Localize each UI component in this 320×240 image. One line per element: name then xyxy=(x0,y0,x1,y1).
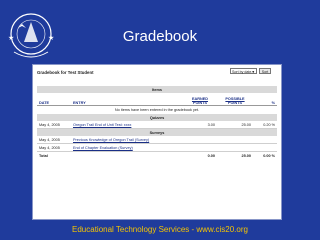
total-earned: 0.00 xyxy=(183,151,217,160)
row-entry-link[interactable]: Oregon Trail End of Unit Test: xxxx xyxy=(71,121,183,129)
section-label: Surveys xyxy=(37,128,278,136)
sort-select[interactable]: Sort by date... ▼ xyxy=(230,68,257,74)
total-possible: 25.00 xyxy=(217,151,253,160)
row-date: May 4, 2005 xyxy=(37,143,71,152)
total-label: Total xyxy=(37,151,183,160)
row-earned xyxy=(183,143,217,152)
row-possible xyxy=(217,136,253,144)
col-date-header[interactable]: DATE xyxy=(37,93,71,106)
row-earned: 3.00 xyxy=(183,121,217,129)
column-header-row: DATE ENTRY EARNED POINTS POSSIBLE POINTS… xyxy=(37,93,278,106)
col-possible-header[interactable]: POSSIBLE POINTS xyxy=(217,93,253,106)
table-row: May 4, 2005 Previous Knowledge of Oregon… xyxy=(37,136,278,144)
section-header-quizzes: Quizzes xyxy=(37,114,278,121)
total-row: Total 0.00 25.00 0.00 % xyxy=(37,151,278,160)
row-percent xyxy=(253,143,278,152)
row-entry-link[interactable]: End of Chapter Evaluation (Survey) xyxy=(71,143,183,152)
section-label: Quizzes xyxy=(37,114,278,121)
section-header-surveys: Surveys xyxy=(37,128,278,136)
row-percent xyxy=(253,136,278,144)
items-band: Items xyxy=(37,86,278,93)
sort-button[interactable]: Sort xyxy=(259,68,271,74)
slide-title: Gradebook xyxy=(122,28,198,45)
row-percent: 0.20 % xyxy=(253,121,278,129)
gradebook-screenshot: Gradebook for Test Student Sort by date.… xyxy=(32,64,282,220)
table-row: May 4, 2005 Oregon Trail End of Unit Tes… xyxy=(37,121,278,129)
slide: ★ ★ Gradebook Gradebook for Test Student… xyxy=(0,0,320,240)
items-band-label: Items xyxy=(37,86,278,93)
chevron-down-icon: ▼ xyxy=(251,70,255,74)
slide-footer: Educational Technology Services - www.ci… xyxy=(72,225,248,234)
empty-message: No items have been entered in the gradeb… xyxy=(114,108,200,112)
row-possible xyxy=(217,143,253,152)
table-row: May 4, 2005 End of Chapter Evaluation (S… xyxy=(37,143,278,152)
empty-message-row: No items have been entered in the gradeb… xyxy=(37,106,277,115)
col-entry-header[interactable]: ENTRY xyxy=(71,93,183,106)
gradebook-heading: Gradebook for Test Student xyxy=(37,70,94,75)
row-date: May 4, 2005 xyxy=(37,136,71,144)
row-earned xyxy=(183,136,217,144)
gradebook-table: Items DATE ENTRY EARNED POINTS POSSIBLE … xyxy=(37,86,278,160)
row-entry-link[interactable]: Previous Knowledge of Oregon Trail (Surv… xyxy=(71,136,183,144)
col-percent-header[interactable]: % xyxy=(253,93,278,106)
row-date: May 4, 2005 xyxy=(37,121,71,129)
row-possible: 25.00 xyxy=(217,121,253,129)
col-earned-header[interactable]: EARNED POINTS xyxy=(183,93,217,106)
total-percent: 0.00 % xyxy=(253,151,278,160)
